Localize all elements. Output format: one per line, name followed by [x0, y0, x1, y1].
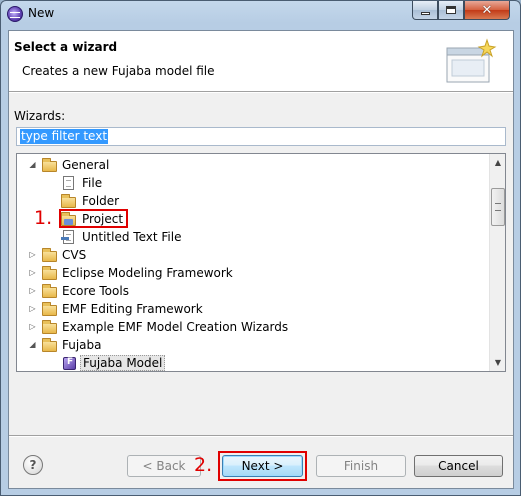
fujaba-model-icon [63, 357, 76, 370]
help-button[interactable]: ? [23, 455, 43, 475]
step-2-annotation: 2. [194, 454, 213, 476]
scroll-up-arrow-icon[interactable]: ▲ [490, 154, 505, 171]
tree-row-label: Example EMF Model Creation Wizards [62, 320, 289, 334]
new-wizard-banner-icon [446, 38, 497, 83]
tree-row-label: Ecore Tools [62, 284, 129, 298]
wizard-tree[interactable]: ◢ General File Folder Project Untitled T… [16, 153, 506, 372]
tree-row-label: Fujaba Model [80, 355, 166, 371]
tree-row-label: Folder [82, 194, 120, 208]
tree-row-label: EMF Editing Framework [62, 302, 203, 316]
maximize-button[interactable] [438, 1, 464, 20]
folder-icon [42, 320, 57, 334]
step-1-annotation: 1. [34, 207, 53, 229]
file-icon [63, 176, 74, 190]
folder-icon [42, 248, 57, 262]
folder-icon [61, 194, 76, 208]
folder-icon [42, 158, 57, 172]
close-button[interactable]: ✕ [464, 1, 510, 20]
back-button[interactable]: < Back [127, 455, 201, 477]
tree-row-label: CVS [62, 248, 87, 262]
folder-icon [42, 302, 57, 316]
dialog-client-area: Select a wizard Creates a new Fujaba mod… [8, 30, 514, 489]
tree-row-label: File [82, 176, 103, 190]
tree-row-general[interactable]: ◢ General [17, 156, 489, 174]
scroll-thumb[interactable] [491, 188, 505, 226]
wizards-label: Wizards: [14, 109, 66, 123]
folder-icon [42, 338, 57, 352]
tree-row-file[interactable]: File [17, 174, 489, 192]
collapse-arrow-icon[interactable]: ◢ [28, 340, 37, 349]
step-2-highlight-box [218, 451, 307, 481]
title-bar[interactable]: New ✕ [1, 1, 520, 27]
header-description: Creates a new Fujaba model file [22, 64, 215, 78]
new-wizard-window: New ✕ Select a wizard Creates a new Fuja… [0, 0, 521, 496]
expand-arrow-icon[interactable]: ▷ [28, 250, 37, 259]
cancel-button[interactable]: Cancel [414, 455, 503, 477]
tree-row-cvs[interactable]: ▷ CVS [17, 246, 489, 264]
tree-row-label: Fujaba [62, 338, 102, 352]
text-file-icon [61, 230, 74, 244]
scroll-down-arrow-icon[interactable]: ▼ [490, 354, 505, 371]
tree-row-ecore-tools[interactable]: ▷ Ecore Tools [17, 282, 489, 300]
eclipse-icon [7, 6, 23, 22]
expand-arrow-icon[interactable]: ▷ [28, 286, 37, 295]
tree-row-emf-editing-framework[interactable]: ▷ EMF Editing Framework [17, 300, 489, 318]
tree-row-folder[interactable]: Folder [17, 192, 489, 210]
minimize-icon [420, 11, 430, 15]
expand-arrow-icon[interactable]: ▷ [28, 322, 37, 331]
close-icon: ✕ [481, 2, 493, 18]
collapse-arrow-icon[interactable]: ◢ [28, 160, 37, 169]
expand-arrow-icon[interactable]: ▷ [28, 268, 37, 277]
window-title: New [28, 6, 55, 20]
folder-icon [42, 284, 57, 298]
folder-icon [42, 266, 57, 280]
header-title: Select a wizard [14, 40, 118, 54]
expand-arrow-icon[interactable]: ▷ [28, 304, 37, 313]
step-1-highlight-box [59, 209, 128, 228]
vertical-scrollbar[interactable]: ▲ ▼ [489, 154, 505, 371]
tree-row-label: Untitled Text File [82, 230, 182, 244]
tree-row-label: General [62, 158, 110, 172]
tree-row-untitled-text-file[interactable]: Untitled Text File [17, 228, 489, 246]
button-bar-separator [9, 435, 513, 437]
tree-row-eclipse-modeling-framework[interactable]: ▷ Eclipse Modeling Framework [17, 264, 489, 282]
filter-input[interactable]: type filter text [16, 127, 506, 146]
minimize-button[interactable] [412, 1, 438, 20]
header-separator [9, 91, 513, 93]
tree-row-example-emf-model-creation-wizards[interactable]: ▷ Example EMF Model Creation Wizards [17, 318, 489, 336]
tree-row-fujaba-model[interactable]: Fujaba Model [17, 354, 489, 371]
tree-row-label: Eclipse Modeling Framework [62, 266, 233, 280]
maximize-icon [446, 6, 456, 14]
filter-text: type filter text [20, 129, 109, 144]
tree-row-fujaba[interactable]: ◢ Fujaba [17, 336, 489, 354]
wizard-header: Select a wizard Creates a new Fujaba mod… [9, 31, 513, 91]
finish-button[interactable]: Finish [316, 455, 406, 477]
